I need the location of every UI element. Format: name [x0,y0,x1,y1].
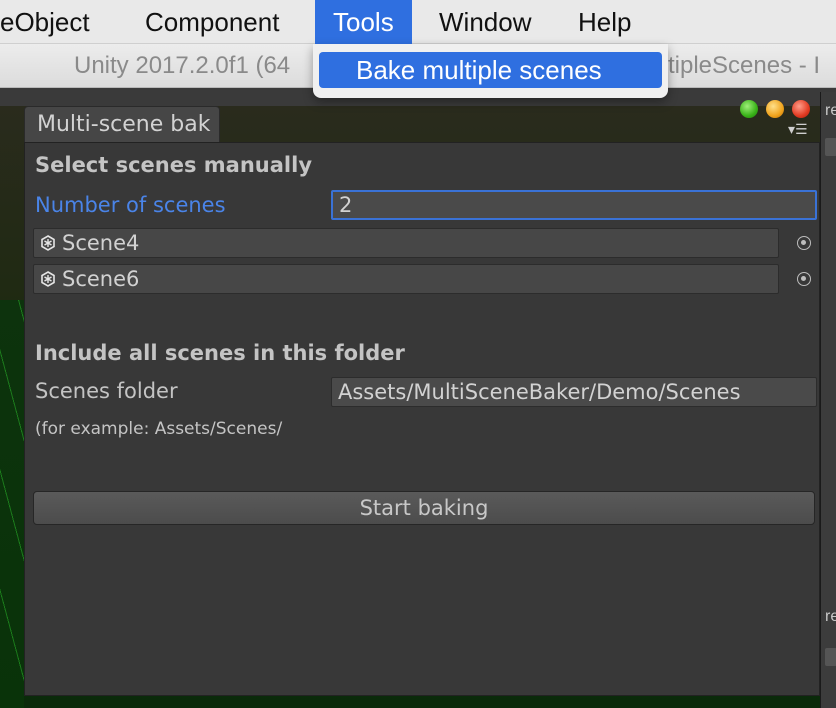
menu-bar: eObject Component Tools Window Help [0,0,836,44]
menu-tools[interactable]: Tools [315,0,412,44]
menu-component[interactable]: Component [127,0,297,44]
menu-help[interactable]: Help [560,0,649,44]
maximize-button[interactable] [740,100,758,118]
manual-section-heading: Select scenes manually [35,153,313,177]
inspector-edge-control [825,138,836,156]
window-tab-label: Multi-scene bak [37,112,211,137]
minimize-button[interactable] [766,100,784,118]
menu-gameobject[interactable]: eObject [0,0,108,44]
number-of-scenes-field[interactable]: 2 [331,190,817,220]
window-content: Select scenes manually Number of scenes … [24,142,820,696]
scenes-folder-field[interactable]: Assets/MultiSceneBaker/Demo/Scenes [331,377,817,407]
window-tab[interactable]: Multi-scene bak [24,106,220,142]
folder-example-hint: (for example: Assets/Scenes/ [35,419,283,439]
start-baking-button[interactable]: Start baking [33,491,815,525]
window-title-project: tipleScenes - I [668,52,821,79]
scenes-folder-label: Scenes folder [35,379,178,403]
inspector-panel-edge: re re [820,92,836,708]
multi-scene-baker-window: Multi-scene bak ▾☰ Select scenes manuall… [22,100,822,696]
scene-field-2[interactable]: Scene6 [33,264,779,294]
unity-scene-icon [41,271,55,287]
menu-window[interactable]: Window [421,0,549,44]
window-title: Unity 2017.2.0f1 (64 [74,52,291,79]
number-of-scenes-label: Number of scenes [35,193,226,217]
inspector-edge-text: re [825,102,836,119]
scene-field-2-label: Scene6 [62,267,140,291]
scene-field-1-label: Scene4 [62,231,140,255]
scene-field-1[interactable]: Scene4 [33,228,779,258]
object-picker-icon[interactable] [797,236,811,250]
scene-grid [0,300,24,708]
close-button[interactable] [792,100,810,118]
folder-section-heading: Include all scenes in this folder [35,341,405,365]
inspector-edge-control-2 [825,648,836,666]
tools-dropdown-menu: Bake multiple scenes [313,44,668,98]
menu-item-bake-multiple-scenes[interactable]: Bake multiple scenes [319,52,662,88]
unity-scene-icon [41,235,55,251]
panel-menu-icon[interactable]: ▾☰ [788,122,808,138]
object-picker-icon[interactable] [797,272,811,286]
inspector-edge-text-2: re [825,608,836,625]
